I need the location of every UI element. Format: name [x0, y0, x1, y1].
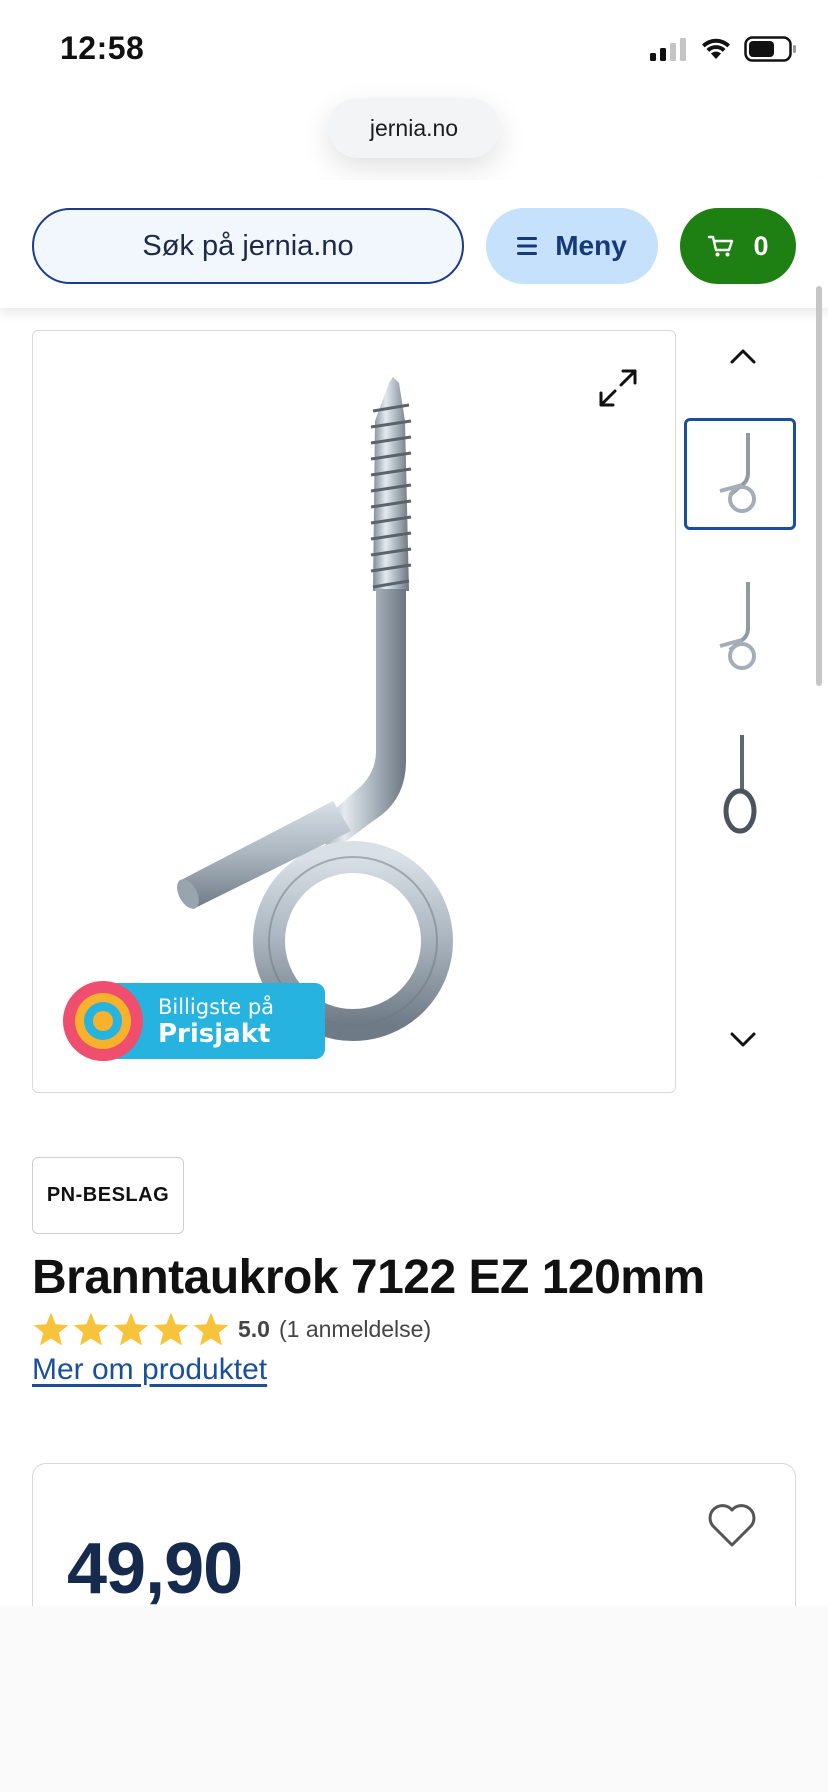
cellular-signal-icon	[650, 38, 686, 61]
product-main-image[interactable]: Billigste på Prisjakt	[32, 330, 676, 1093]
status-time: 12:58	[60, 30, 145, 66]
page-scrollbar[interactable]	[816, 286, 822, 686]
cart-icon	[708, 235, 734, 257]
product-title: Branntaukrok 7122 EZ 120mm	[32, 1251, 705, 1304]
rating-stars	[32, 1311, 230, 1347]
rating-row[interactable]: 5.0 (1 anmeldelse)	[32, 1311, 431, 1347]
thumbnail-image	[719, 582, 756, 670]
thumbnail-image	[723, 735, 757, 834]
more-about-product-link[interactable]: Mer om produktet	[32, 1353, 267, 1387]
menu-label: Meny	[555, 230, 627, 261]
site-header: Søk på jernia.no Meny 0	[0, 180, 828, 308]
badge-line1: Billigste på	[158, 995, 275, 1019]
search-input[interactable]: Søk på jernia.no	[32, 208, 464, 284]
menu-button[interactable]: Meny	[486, 208, 658, 284]
expand-icon[interactable]	[597, 367, 639, 409]
thumbnail-3[interactable]	[684, 730, 796, 842]
star-icon	[113, 1312, 149, 1346]
hamburger-icon	[517, 237, 538, 255]
search-placeholder: Søk på jernia.no	[142, 229, 354, 262]
rating-count: (1 anmeldelse)	[278, 1315, 432, 1342]
product-photo	[177, 377, 453, 1041]
status-icons	[648, 36, 798, 62]
star-icon	[33, 1312, 69, 1346]
star-icon	[193, 1312, 229, 1346]
thumbnail-2[interactable]	[684, 572, 796, 684]
wifi-icon	[702, 38, 730, 59]
battery-icon	[744, 36, 796, 62]
thumbnail-scroll-up-icon[interactable]	[728, 346, 758, 366]
url-bar[interactable]: jernia.no	[328, 98, 500, 158]
cart-count: 0	[753, 230, 769, 261]
prisjakt-badge[interactable]: Billigste på Prisjakt	[63, 981, 325, 1061]
browser-bottom-bar	[0, 1606, 828, 1792]
heart-icon[interactable]	[707, 1502, 757, 1548]
prisjakt-logo-icon	[63, 981, 143, 1061]
rating-value: 5.0	[238, 1315, 270, 1342]
cart-button[interactable]: 0	[680, 208, 796, 284]
brand-tag[interactable]: PN-BESLAG	[32, 1157, 184, 1234]
thumbnail-1[interactable]	[684, 418, 796, 530]
badge-line2: Prisjakt	[158, 1019, 271, 1049]
thumbnail-image	[719, 433, 756, 513]
star-icon	[153, 1312, 189, 1346]
star-icon	[73, 1312, 109, 1346]
status-bar: 12:58	[0, 0, 828, 96]
thumbnail-scroll-down-icon[interactable]	[728, 1030, 758, 1050]
product-price: 49,90	[67, 1529, 243, 1609]
